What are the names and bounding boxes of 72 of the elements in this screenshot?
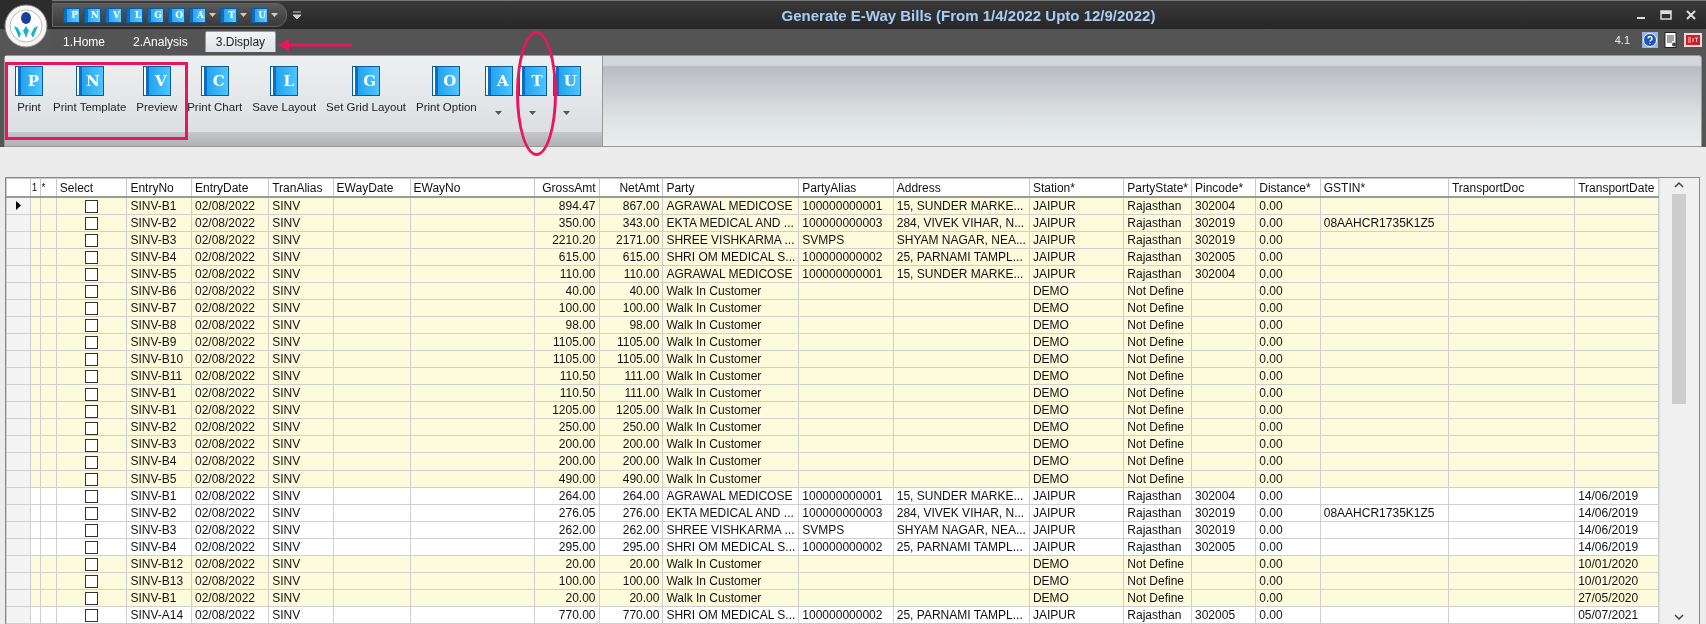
ribbon-button[interactable]: C Print Chart	[183, 62, 247, 115]
caret-icon	[271, 13, 278, 17]
maximize-icon[interactable]	[1660, 10, 1672, 20]
vertical-scrollbar[interactable]	[1658, 178, 1699, 624]
select-checkbox[interactable]	[85, 336, 99, 350]
column-header[interactable]: EntryNo	[126, 178, 192, 197]
select-checkbox[interactable]	[85, 523, 99, 537]
column-header[interactable]: 1	[30, 178, 41, 197]
ribbon-button[interactable]: N Print Template	[49, 62, 131, 115]
column-header[interactable]: GSTIN*	[1320, 178, 1449, 197]
ribbon-tab[interactable]: 2.Analysis	[122, 31, 199, 52]
caret-icon	[495, 111, 503, 115]
select-checkbox[interactable]	[85, 319, 99, 333]
select-checkbox[interactable]	[85, 506, 99, 520]
column-header[interactable]: EWayDate	[333, 178, 411, 197]
help-icon[interactable]	[1642, 31, 1658, 48]
select-checkbox[interactable]	[85, 268, 99, 282]
column-header[interactable]: EntryDate	[191, 178, 269, 197]
select-checkbox[interactable]	[85, 404, 99, 418]
customize-icon[interactable]	[293, 11, 301, 19]
column-header[interactable]: TranAlias	[268, 178, 334, 197]
caret-icon	[563, 111, 571, 115]
ribbon-tab[interactable]: 3.Display	[204, 31, 277, 52]
column-header[interactable]: NetAmt	[599, 178, 663, 197]
logo-icon[interactable]	[4, 4, 48, 48]
select-checkbox[interactable]	[85, 285, 99, 299]
scrollbar-thumb[interactable]	[1672, 194, 1687, 404]
column-header[interactable]: PartyAlias	[798, 178, 894, 197]
column-header[interactable]: GrossAmt	[534, 178, 600, 197]
column-header[interactable]: Address	[893, 178, 1030, 197]
ribbon-button[interactable]: G Set Grid Layout	[322, 62, 410, 115]
version-label: 4.1	[1614, 33, 1630, 46]
select-checkbox[interactable]	[85, 557, 99, 571]
select-checkbox[interactable]	[85, 455, 99, 469]
select-checkbox[interactable]	[85, 370, 99, 384]
window-title: Generate E-Way Bills (From 1/4/2022 Upto 12/9/2022)	[780, 6, 1157, 24]
select-checkbox[interactable]	[85, 234, 99, 248]
select-checkbox[interactable]	[85, 574, 99, 588]
ribbon-tab[interactable]: 1.Home	[52, 31, 117, 52]
ribbon-button[interactable]: P Print	[11, 62, 47, 115]
select-checkbox[interactable]	[85, 472, 99, 486]
column-header[interactable]: Pincode*	[1191, 178, 1256, 197]
column-header[interactable]: Distance*	[1255, 178, 1321, 197]
select-checkbox[interactable]	[85, 217, 99, 231]
select-checkbox[interactable]	[85, 200, 99, 214]
select-checkbox[interactable]	[85, 302, 99, 316]
exit-sign-icon[interactable]	[1684, 32, 1702, 47]
column-header[interactable]: TransportDoc	[1448, 178, 1575, 197]
select-checkbox[interactable]	[85, 591, 99, 605]
select-checkbox[interactable]	[85, 251, 99, 265]
document-icon[interactable]	[1664, 31, 1678, 48]
column-header[interactable]: Station*	[1029, 178, 1124, 197]
column-header[interactable]: TransportDate	[1574, 178, 1659, 197]
column-header[interactable]: Select	[56, 178, 127, 197]
caret-icon	[529, 111, 537, 115]
close-icon[interactable]	[1686, 10, 1696, 20]
current-row-icon	[15, 201, 21, 210]
select-checkbox[interactable]	[85, 387, 99, 401]
column-header[interactable]: PartyState*	[1123, 178, 1192, 197]
column-header[interactable]: Party	[662, 178, 799, 197]
caret-icon	[209, 13, 216, 17]
ribbon-button[interactable]: L Save Layout	[248, 62, 321, 115]
select-checkbox[interactable]	[85, 489, 99, 503]
ribbon-button[interactable]: O Print Option	[412, 62, 481, 115]
select-checkbox[interactable]	[85, 353, 99, 367]
select-checkbox[interactable]	[85, 438, 99, 452]
column-header[interactable]: EWayNo	[410, 178, 535, 197]
select-checkbox[interactable]	[85, 540, 99, 554]
ribbon-button[interactable]: V Preview	[132, 62, 182, 115]
select-checkbox[interactable]	[85, 421, 99, 435]
caret-icon	[240, 13, 247, 17]
select-checkbox[interactable]	[85, 609, 99, 623]
